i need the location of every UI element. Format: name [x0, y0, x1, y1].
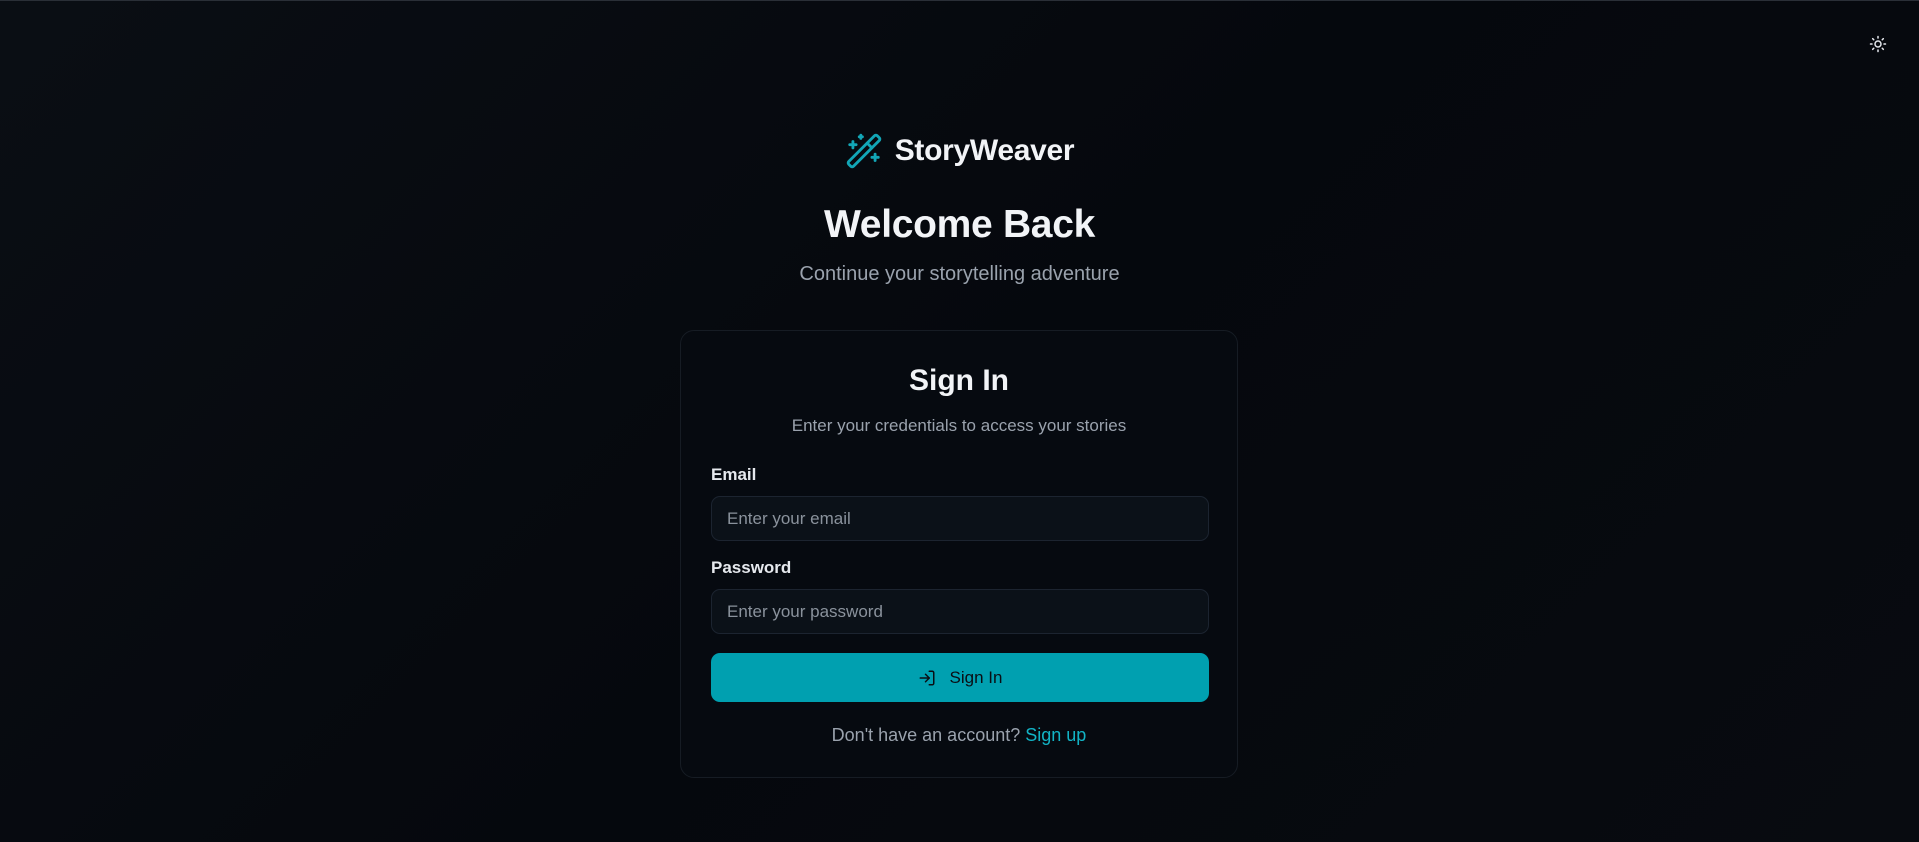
app-name: StoryWeaver — [894, 134, 1075, 167]
top-border — [0, 0, 1919, 1]
signup-prompt: Don't have an account? — [831, 725, 1026, 745]
card-title: Sign In — [909, 364, 1009, 397]
card-subtitle: Enter your credentials to access your st… — [791, 416, 1127, 435]
email-field[interactable] — [711, 496, 1209, 541]
sign-in-button[interactable]: Sign In — [711, 653, 1209, 702]
page-title: Welcome Back — [824, 203, 1095, 246]
brand-header: StoryWeaver — [0, 132, 1919, 170]
page-subtitle: Continue your storytelling adventure — [799, 263, 1120, 285]
sign-in-button-label: Sign In — [949, 667, 1003, 687]
theme-toggle-button[interactable] — [1866, 32, 1890, 56]
password-label: Password — [711, 558, 792, 577]
email-label: Email — [711, 465, 757, 484]
sign-in-card: Sign In Enter your credentials to access… — [680, 330, 1238, 778]
signup-row: Don't have an account? Sign up — [681, 725, 1237, 746]
password-field[interactable] — [711, 589, 1209, 634]
magic-wand-icon — [846, 133, 881, 169]
log-in-icon — [919, 670, 935, 685]
sun-icon — [1869, 35, 1887, 53]
signup-link[interactable]: Sign up — [1025, 725, 1086, 745]
